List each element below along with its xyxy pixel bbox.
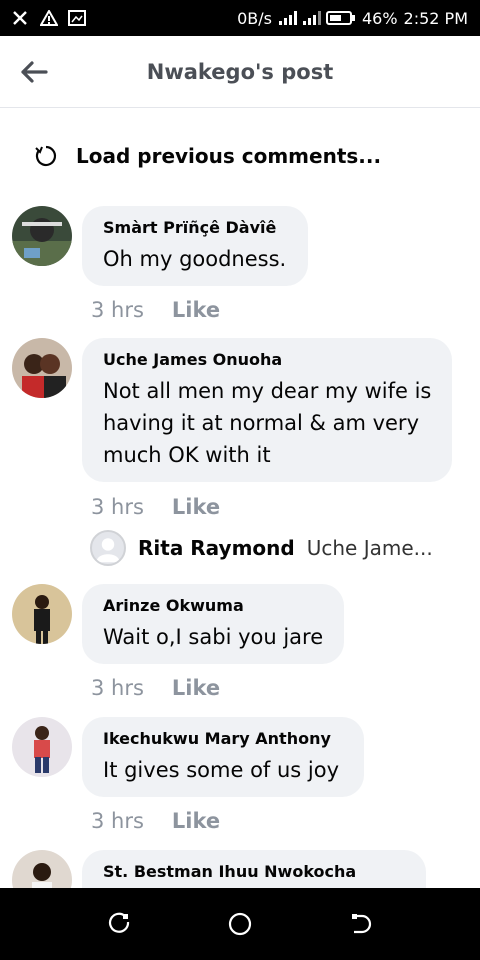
comment-text: Oh my goodness. [103,247,287,271]
like-button[interactable]: Like [172,676,220,700]
page-title: Nwakego's post [146,59,334,84]
comment-author[interactable]: Arinze Okwuma [103,596,324,615]
avatar[interactable] [12,717,72,777]
avatar[interactable] [12,206,72,266]
default-avatar-icon [96,538,120,563]
battery-percent: 46% [361,8,398,28]
signal-2-icon [302,10,321,26]
comment-text-line: having it at normal & am very [103,411,419,435]
back-nav-button[interactable] [340,904,380,944]
gallery-icon [68,10,86,26]
comment-author[interactable]: Uche James Onuoha [103,350,432,369]
comment-text: Wait o,I sabi you jare [103,625,324,649]
back-nav-icon [352,914,372,934]
comment-time[interactable]: 3 hrs [91,298,144,322]
comment-bubble[interactable]: Smàrt Prïñçê Dàvîê Oh my goodness. [82,206,308,286]
load-previous-label: Load previous comments... [76,144,382,168]
status-bar: 0B/s 46% 2:52 PM [0,0,480,36]
home-button[interactable] [220,904,260,944]
comment-text: Not all men my dear my wife is having it… [103,375,432,471]
comment-time[interactable]: 3 hrs [91,495,144,519]
comment-author[interactable]: Ikechukwu Mary Anthony [103,729,344,748]
signal-icon [278,10,297,26]
recent-apps-icon [108,912,130,933]
avatar[interactable] [12,584,72,644]
comment-meta: 3 hrs Like [91,495,220,519]
comment-author[interactable]: St. Bestman Ihuu Nwokocha [103,862,406,881]
comment-text-line: Not all men my dear my wife is [103,379,432,403]
status-right: 0B/s 46% 2:52 PM [237,9,468,28]
comment-time[interactable]: 3 hrs [91,809,144,833]
reply-avatar [90,530,126,566]
comment-meta: 3 hrs Like [91,809,220,833]
comment-bubble[interactable]: Arinze Okwuma Wait o,I sabi you jare [82,584,344,664]
comment-author[interactable]: Smàrt Prïñçê Dàvîê [103,218,288,237]
refresh-icon [35,145,57,167]
comment-text: It gives some of us joy [103,758,340,782]
comment-meta: 3 hrs Like [91,298,220,322]
app-header: Nwakego's post [0,36,480,108]
warning-icon [39,8,59,26]
comment-meta: 3 hrs Like [91,676,220,700]
comment-time[interactable]: 3 hrs [91,676,144,700]
comment-text-line: much OK with it [103,443,271,467]
recent-apps-button[interactable] [100,904,140,944]
comment-bubble[interactable]: Uche James Onuoha Not all men my dear my… [82,338,452,482]
network-speed: 0B/s [237,8,272,28]
navigation-bar [0,888,480,960]
comment-bubble[interactable]: Ikechukwu Mary Anthony It gives some of … [82,717,364,797]
home-icon [228,912,252,936]
x-notification-icon [12,10,30,26]
battery-icon [325,10,356,26]
like-button[interactable]: Like [172,298,220,322]
clock: 2:52 PM [403,8,468,28]
reply-preview[interactable]: Rita Raymond Uche Jame... [90,530,433,566]
like-button[interactable]: Like [172,495,220,519]
reply-author[interactable]: Rita Raymond [138,536,295,560]
load-previous-comments-button[interactable]: Load previous comments... [34,144,381,168]
reply-text-preview: Uche Jame... [306,536,433,560]
status-left [12,8,86,26]
avatar[interactable] [12,338,72,398]
like-button[interactable]: Like [172,809,220,833]
